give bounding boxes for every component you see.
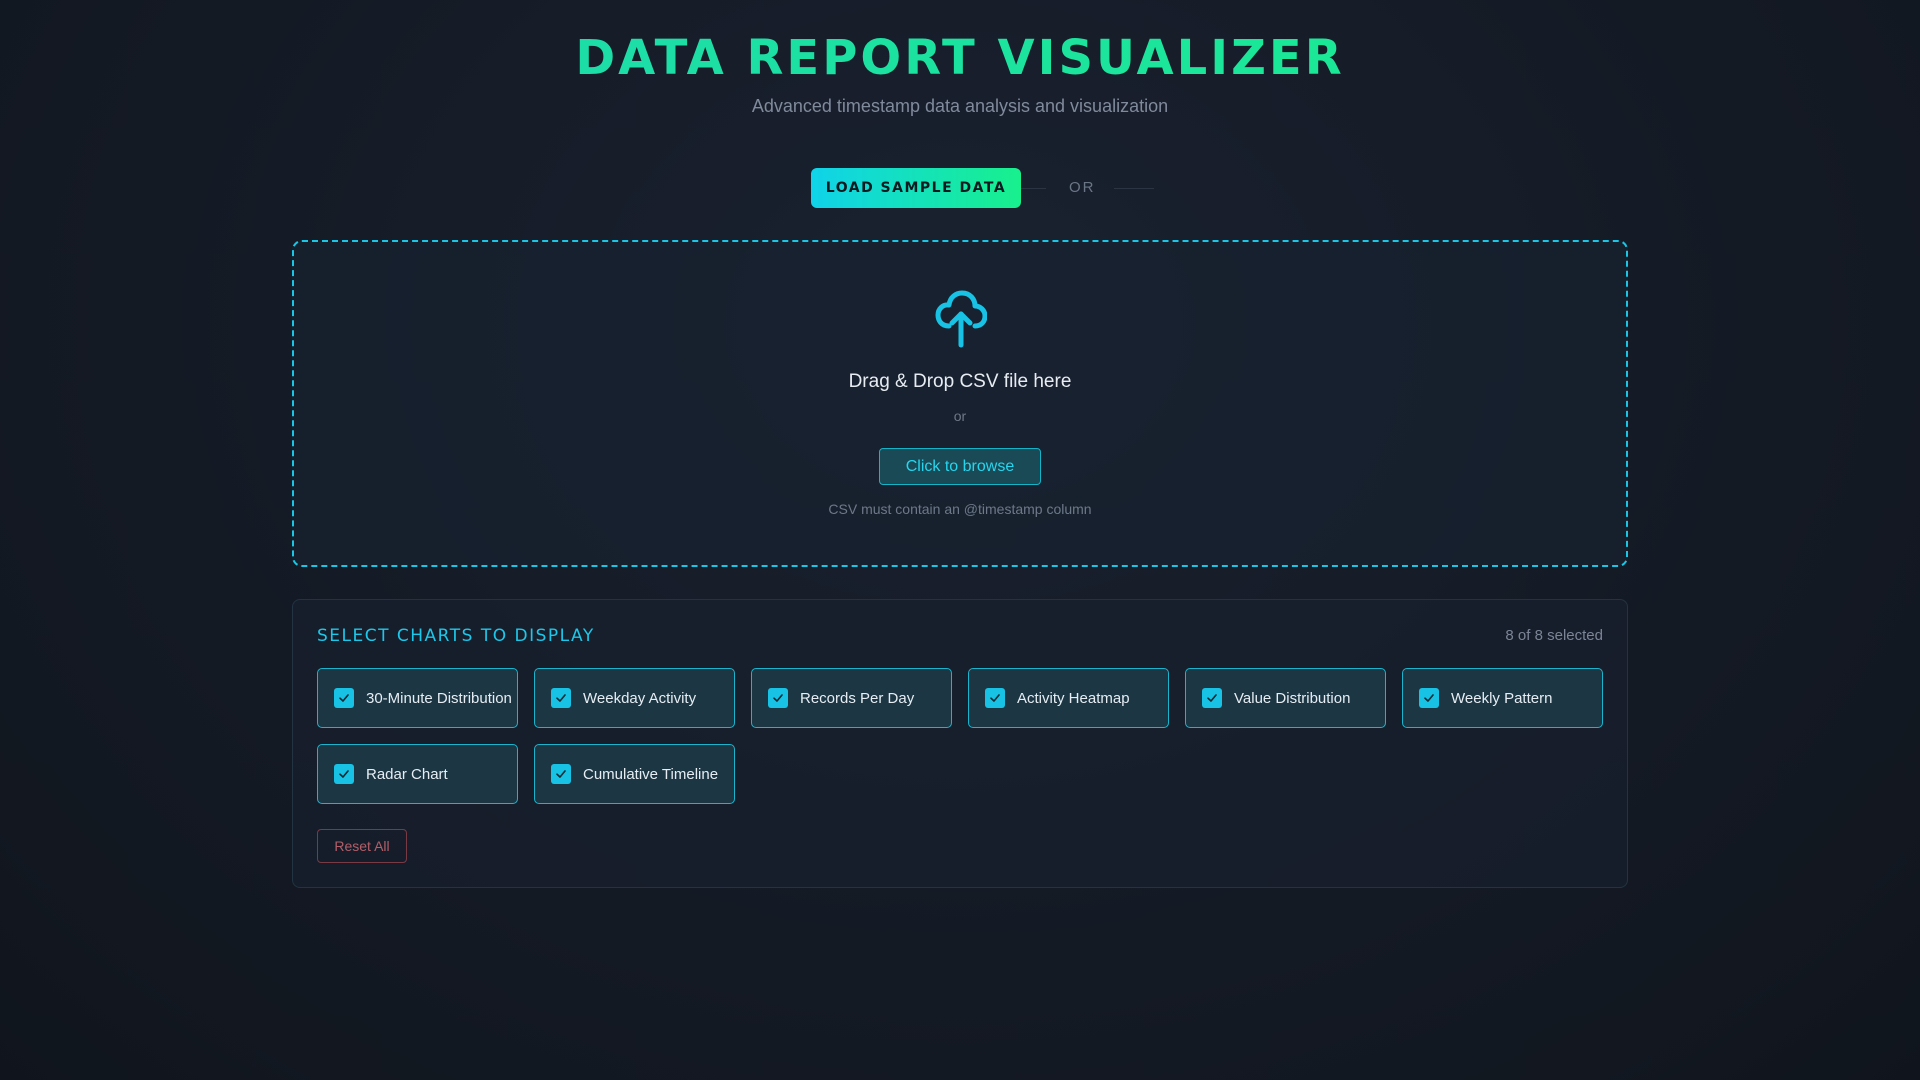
checkbox[interactable]	[768, 688, 788, 708]
check-icon	[556, 770, 566, 778]
chart-selection-title: SELECT CHARTS TO DISPLAY	[317, 626, 595, 646]
divider-line	[1021, 188, 1046, 189]
divider-line	[1114, 188, 1154, 189]
chart-option-label: 30-Minute Distribution	[366, 689, 512, 707]
checkbox[interactable]	[1419, 688, 1439, 708]
chart-option-label: Radar Chart	[366, 765, 448, 783]
checkbox[interactable]	[1202, 688, 1222, 708]
chart-option-30-minute-distribution[interactable]: 30-Minute Distribution	[317, 668, 518, 728]
check-icon	[339, 694, 349, 702]
load-row: LOAD SAMPLE DATA OR	[0, 168, 1920, 208]
load-sample-data-button[interactable]: LOAD SAMPLE DATA	[811, 168, 1021, 208]
cloud-upload-icon	[935, 290, 987, 348]
browse-button[interactable]: Click to browse	[879, 448, 1041, 485]
chart-option-label: Weekday Activity	[583, 689, 697, 707]
chart-option-label: Cumulative Timeline	[583, 765, 719, 783]
chart-option-value-distribution[interactable]: Value Distribution	[1185, 668, 1386, 728]
checkbox[interactable]	[334, 688, 354, 708]
chart-option-weekly-pattern[interactable]: Weekly Pattern	[1402, 668, 1603, 728]
chart-option-label: Activity Heatmap	[1017, 689, 1130, 707]
chart-option-activity-heatmap[interactable]: Activity Heatmap	[968, 668, 1169, 728]
check-icon	[990, 694, 1000, 702]
page-subtitle: Advanced timestamp data analysis and vis…	[751, 96, 1169, 116]
check-icon	[556, 694, 566, 702]
dropzone-title: Drag & Drop CSV file here	[848, 371, 1072, 392]
checkbox[interactable]	[551, 764, 571, 784]
check-icon	[1207, 694, 1217, 702]
csv-dropzone[interactable]: Drag & Drop CSV file here or Click to br…	[292, 240, 1628, 567]
chart-option-label: Value Distribution	[1234, 689, 1351, 707]
dropzone-hint: CSV must contain an @timestamp column	[828, 501, 1092, 517]
reset-all-button[interactable]: Reset All	[317, 829, 407, 863]
chart-selection-panel: SELECT CHARTS TO DISPLAY 8 of 8 selected…	[292, 599, 1628, 888]
check-icon	[1424, 694, 1434, 702]
chart-option-weekday-activity[interactable]: Weekday Activity	[534, 668, 735, 728]
selected-count: 8 of 8 selected	[1505, 627, 1603, 644]
dropzone-or: or	[953, 408, 967, 424]
checkbox[interactable]	[985, 688, 1005, 708]
check-icon	[773, 694, 783, 702]
checkbox[interactable]	[551, 688, 571, 708]
chart-option-records-per-day[interactable]: Records Per Day	[751, 668, 952, 728]
page-title: DATA REPORT VISUALIZER	[0, 30, 1920, 86]
checkbox[interactable]	[334, 764, 354, 784]
check-icon	[339, 770, 349, 778]
or-separator: OR	[1069, 179, 1096, 196]
page: DATA REPORT VISUALIZER Advanced timestam…	[0, 0, 1920, 1080]
chart-option-cumulative-timeline[interactable]: Cumulative Timeline	[534, 744, 735, 804]
chart-option-radar-chart[interactable]: Radar Chart	[317, 744, 518, 804]
chart-option-label: Weekly Pattern	[1451, 689, 1553, 707]
header: DATA REPORT VISUALIZER Advanced timestam…	[0, 30, 1920, 117]
chart-option-label: Records Per Day	[800, 689, 915, 707]
